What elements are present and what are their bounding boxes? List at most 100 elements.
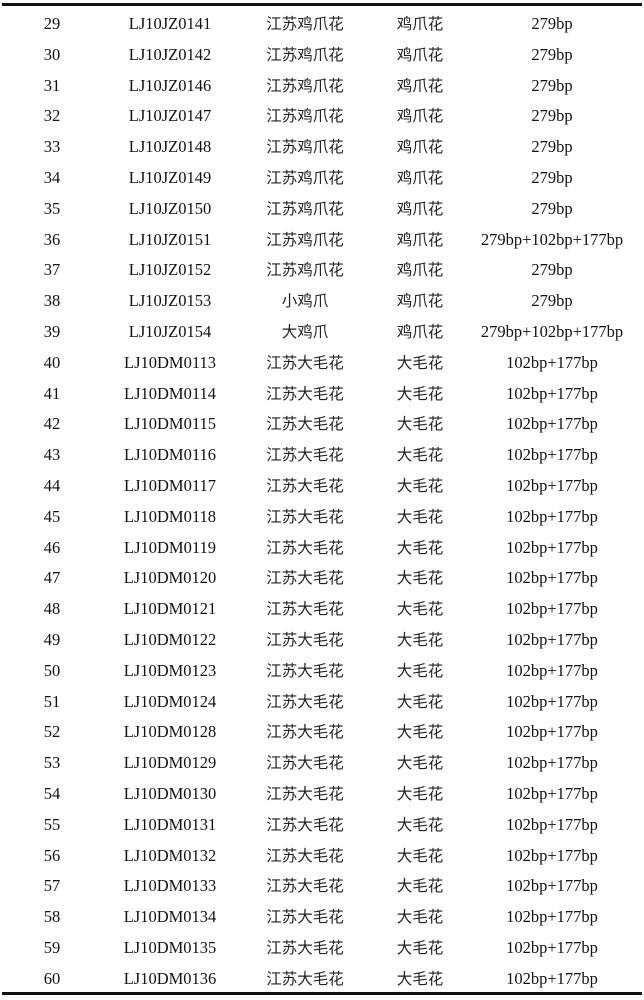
accession-id-cell: LJ10JZ0154 [128, 321, 212, 341]
band-size-cell: 102bp+177bp [506, 937, 598, 957]
row-number-cell: 39 [43, 321, 61, 341]
row-number-cell: 59 [43, 937, 61, 957]
variety-name-cell: 江苏大毛花 [266, 815, 344, 834]
band-size-cell: 102bp+177bp [506, 907, 598, 927]
accession-id-cell: LJ10JZ0146 [128, 75, 212, 95]
variety-name-cell: 江苏大毛花 [266, 353, 344, 372]
table-row: 36 LJ10JZ0151 江苏鸡爪花 鸡爪花 279bp+102bp+177bp [0, 225, 644, 256]
variety-name-cell: 江苏大毛花 [266, 661, 344, 680]
band-size-cell: 102bp+177bp [506, 845, 598, 865]
variety-name-cell: 江苏大毛花 [266, 384, 344, 403]
accession-id-cell: LJ10DM0113 [124, 352, 216, 372]
table-row: 39 LJ10JZ0154 大鸡爪 鸡爪花 279bp+102bp+177bp [0, 317, 644, 348]
table-row: 42 LJ10DM0115 江苏大毛花 大毛花 102bp+177bp [0, 409, 644, 440]
accession-id-cell: LJ10DM0133 [123, 876, 217, 896]
accession-id-cell: LJ10JZ0147 [128, 106, 212, 126]
variety-name-cell: 江苏大毛花 [266, 723, 344, 742]
band-size-cell: 102bp+177bp [506, 753, 598, 773]
variety-name-cell: 江苏大毛花 [266, 476, 344, 495]
band-size-cell: 102bp+177bp [506, 629, 598, 649]
variety-name-cell: 江苏大毛花 [266, 908, 344, 927]
row-number-cell: 32 [43, 106, 61, 126]
row-number-cell: 45 [43, 506, 61, 526]
accession-id-cell: LJ10JZ0142 [128, 44, 212, 64]
table-bottom-rule [2, 992, 642, 995]
table-row: 59 LJ10DM0135 江苏大毛花 大毛花 102bp+177bp [0, 933, 644, 964]
band-size-cell: 102bp+177bp [506, 352, 598, 372]
accession-id-cell: LJ10DM0129 [123, 753, 217, 773]
type-cell: 大毛花 [396, 476, 444, 495]
row-number-cell: 54 [43, 783, 61, 803]
row-number-cell: 30 [43, 44, 61, 64]
type-cell: 大毛花 [396, 446, 444, 465]
band-size-cell: 102bp+177bp [506, 414, 598, 434]
variety-name-cell: 江苏大毛花 [266, 446, 344, 465]
table-row: 50 LJ10DM0123 江苏大毛花 大毛花 102bp+177bp [0, 656, 644, 687]
variety-name-cell: 江苏大毛花 [266, 415, 344, 434]
row-number-cell: 47 [43, 568, 61, 588]
type-cell: 鸡爪花 [396, 292, 444, 311]
band-size-cell: 279bp [531, 291, 573, 311]
band-size-cell: 102bp+177bp [506, 537, 598, 557]
table-row: 48 LJ10DM0121 江苏大毛花 大毛花 102bp+177bp [0, 594, 644, 625]
type-cell: 鸡爪花 [396, 15, 444, 33]
type-cell: 鸡爪花 [396, 45, 444, 64]
accession-id-cell: LJ10DM0119 [124, 537, 216, 557]
row-number-cell: 40 [43, 352, 61, 372]
accession-id-cell: LJ10DM0130 [123, 783, 217, 803]
accession-id-cell: LJ10DM0124 [123, 691, 217, 711]
accession-id-cell: LJ10DM0114 [124, 383, 216, 403]
table-row: 45 LJ10DM0118 江苏大毛花 大毛花 102bp+177bp [0, 502, 644, 533]
data-table: 29 LJ10JZ0141 江苏鸡爪花 鸡爪花 279bp 30 LJ10JZ0142 江苏鸡… [0, 9, 644, 995]
type-cell: 大毛花 [396, 569, 444, 588]
table-row: 47 LJ10DM0120 江苏大毛花 大毛花 102bp+177bp [0, 563, 644, 594]
table-row: 49 LJ10DM0122 江苏大毛花 大毛花 102bp+177bp [0, 625, 644, 656]
accession-id-cell: LJ10JZ0148 [128, 137, 212, 157]
variety-name-cell: 江苏大毛花 [266, 692, 344, 711]
band-size-cell: 102bp+177bp [506, 475, 598, 495]
type-cell: 大毛花 [396, 384, 444, 403]
variety-name-cell: 江苏大毛花 [266, 538, 344, 557]
band-size-cell: 279bp+102bp+177bp [480, 229, 624, 249]
row-number-cell: 31 [43, 75, 61, 95]
band-size-cell: 102bp+177bp [506, 722, 598, 742]
variety-name-cell: 江苏大毛花 [266, 784, 344, 803]
band-size-cell: 102bp+177bp [506, 968, 598, 988]
accession-id-cell: LJ10DM0122 [123, 629, 217, 649]
table-row: 46 LJ10DM0119 江苏大毛花 大毛花 102bp+177bp [0, 533, 644, 564]
table-row: 57 LJ10DM0133 江苏大毛花 大毛花 102bp+177bp [0, 871, 644, 902]
type-cell: 鸡爪花 [396, 76, 444, 95]
variety-name-cell: 大鸡爪 [281, 322, 329, 341]
row-number-cell: 44 [43, 475, 61, 495]
row-number-cell: 35 [43, 198, 61, 218]
table-row: 29 LJ10JZ0141 江苏鸡爪花 鸡爪花 279bp [0, 9, 644, 40]
row-number-cell: 55 [43, 814, 61, 834]
row-number-cell: 38 [43, 291, 61, 311]
table-row: 35 LJ10JZ0150 江苏鸡爪花 鸡爪花 279bp [0, 194, 644, 225]
band-size-cell: 279bp+102bp+177bp [480, 321, 624, 341]
variety-name-cell: 江苏鸡爪花 [266, 168, 344, 187]
table-row: 56 LJ10DM0132 江苏大毛花 大毛花 102bp+177bp [0, 841, 644, 872]
table-row: 40 LJ10DM0113 江苏大毛花 大毛花 102bp+177bp [0, 348, 644, 379]
row-number-cell: 33 [43, 137, 61, 157]
accession-id-cell: LJ10JZ0152 [128, 260, 212, 280]
table-row: 51 LJ10DM0124 江苏大毛花 大毛花 102bp+177bp [0, 687, 644, 718]
table-row: 60 LJ10DM0136 江苏大毛花 大毛花 102bp+177bp [0, 964, 644, 995]
table-row: 52 LJ10DM0128 江苏大毛花 大毛花 102bp+177bp [0, 717, 644, 748]
variety-name-cell: 江苏鸡爪花 [266, 76, 344, 95]
accession-id-cell: LJ10DM0123 [123, 660, 217, 680]
table-row: 41 LJ10DM0114 江苏大毛花 大毛花 102bp+177bp [0, 379, 644, 410]
variety-name-cell: 江苏大毛花 [266, 754, 344, 773]
variety-name-cell: 江苏大毛花 [266, 846, 344, 865]
row-number-cell: 53 [43, 753, 61, 773]
type-cell: 鸡爪花 [396, 138, 444, 157]
band-size-cell: 279bp [531, 260, 573, 280]
row-number-cell: 51 [43, 691, 61, 711]
accession-id-cell: LJ10DM0132 [123, 845, 217, 865]
band-size-cell: 102bp+177bp [506, 783, 598, 803]
accession-id-cell: LJ10DM0128 [123, 722, 217, 742]
accession-id-cell: LJ10DM0134 [123, 907, 217, 927]
variety-name-cell: 江苏大毛花 [266, 630, 344, 649]
type-cell: 大毛花 [396, 784, 444, 803]
table-row: 31 LJ10JZ0146 江苏鸡爪花 鸡爪花 279bp [0, 71, 644, 102]
